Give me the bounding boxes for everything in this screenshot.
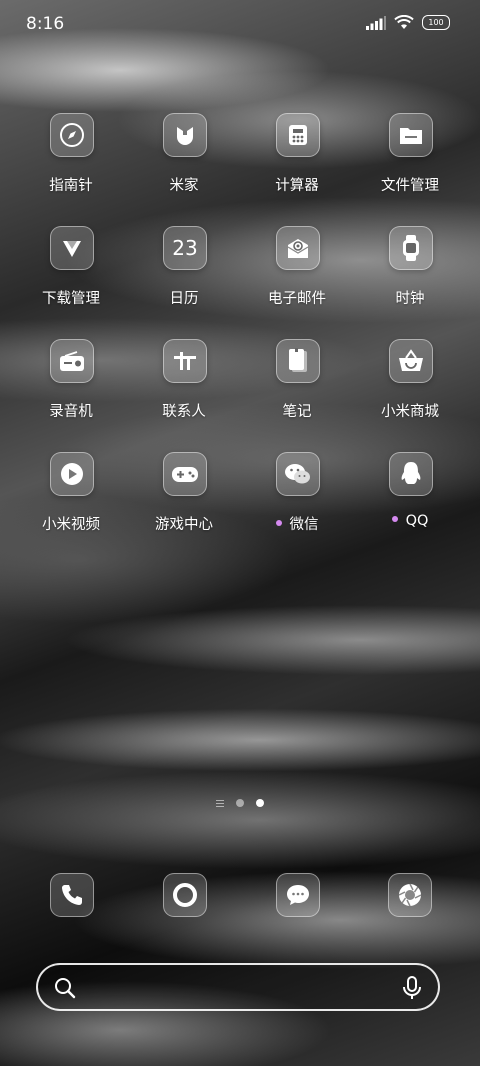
app-label: 计算器 — [275, 178, 319, 194]
app-mi-store[interactable]: 小米商城 — [355, 339, 465, 429]
mijia-icon — [163, 113, 207, 157]
search-icon — [55, 978, 76, 999]
dock-camera[interactable] — [388, 873, 432, 917]
page-list-icon — [216, 799, 224, 807]
page-dot-active — [256, 799, 264, 807]
message-bubble-icon — [287, 885, 309, 905]
contacts-icon — [163, 339, 207, 383]
app-label-with-dot: QQ — [355, 513, 465, 529]
status-bar: 8:16 100 — [0, 0, 480, 48]
phone-icon — [62, 885, 82, 905]
app-label: 小米商城 — [381, 404, 439, 420]
app-label: 游戏中心 — [155, 517, 213, 533]
app-label: 笔记 — [282, 404, 312, 420]
app-clock[interactable]: 时钟 — [355, 226, 465, 316]
app-label: 联系人 — [162, 404, 206, 420]
app-contacts[interactable]: 联系人 — [129, 339, 239, 429]
page-indicator[interactable] — [0, 797, 480, 809]
app-label: 微信 — [289, 517, 319, 533]
calendar-date: 23 — [172, 236, 198, 260]
email-icon — [276, 226, 320, 270]
calculator-icon — [276, 113, 320, 157]
app-notes[interactable]: 笔记 — [242, 339, 352, 429]
camera-aperture-icon — [398, 883, 422, 907]
dock-phone[interactable] — [50, 873, 94, 917]
play-icon — [50, 452, 94, 496]
watch-icon — [389, 226, 433, 270]
app-compass[interactable]: 指南针 — [16, 113, 126, 203]
wifi-icon — [394, 15, 414, 29]
new-install-dot — [391, 516, 398, 522]
app-label: 电子邮件 — [268, 291, 326, 307]
app-mijia[interactable]: 米家 — [129, 113, 239, 203]
search-bar[interactable] — [36, 963, 440, 1011]
folder-icon — [389, 113, 433, 157]
app-label: 米家 — [169, 178, 199, 194]
download-icon — [50, 226, 94, 270]
app-label: 小米视频 — [42, 517, 100, 533]
wechat-icon — [276, 452, 320, 496]
app-calculator[interactable]: 计算器 — [242, 113, 352, 203]
browser-ring-icon — [173, 883, 197, 907]
page-dot — [236, 799, 244, 807]
radio-recorder-icon — [50, 339, 94, 383]
app-game-center[interactable]: 游戏中心 — [129, 452, 239, 542]
app-label-with-dot: 微信 — [242, 513, 352, 534]
app-label: 下载管理 — [42, 291, 100, 307]
status-icons: 100 — [366, 15, 450, 30]
compass-icon — [50, 113, 94, 157]
qq-penguin-icon — [389, 452, 433, 496]
signal-icon — [366, 15, 386, 30]
app-label: 录音机 — [49, 404, 93, 420]
app-qq[interactable]: QQ — [355, 452, 465, 542]
app-recorder[interactable]: 录音机 — [16, 339, 126, 429]
app-label: 日历 — [169, 291, 199, 307]
app-label: 文件管理 — [381, 178, 439, 194]
gamepad-icon — [163, 452, 207, 496]
calendar-icon: 23 — [163, 226, 207, 270]
new-install-dot — [275, 520, 282, 526]
status-time: 8:16 — [26, 14, 65, 34]
shopping-bag-icon — [389, 339, 433, 383]
dock-browser[interactable] — [163, 873, 207, 917]
home-screen: 8:16 100 指南针 米家 计算器 文件管理 下载管理 23 日历 电子邮件… — [0, 0, 480, 1066]
microphone-icon[interactable] — [402, 976, 422, 1000]
app-email[interactable]: 电子邮件 — [242, 226, 352, 316]
app-label: QQ — [405, 513, 429, 529]
app-downloads[interactable]: 下载管理 — [16, 226, 126, 316]
app-mi-video[interactable]: 小米视频 — [16, 452, 126, 542]
battery-icon: 100 — [422, 15, 450, 30]
app-file-manager[interactable]: 文件管理 — [355, 113, 465, 203]
app-label: 时钟 — [395, 291, 425, 307]
notes-icon — [276, 339, 320, 383]
app-wechat[interactable]: 微信 — [242, 452, 352, 542]
dock-messages[interactable] — [276, 873, 320, 917]
app-label: 指南针 — [49, 178, 93, 194]
app-calendar[interactable]: 23 日历 — [129, 226, 239, 316]
